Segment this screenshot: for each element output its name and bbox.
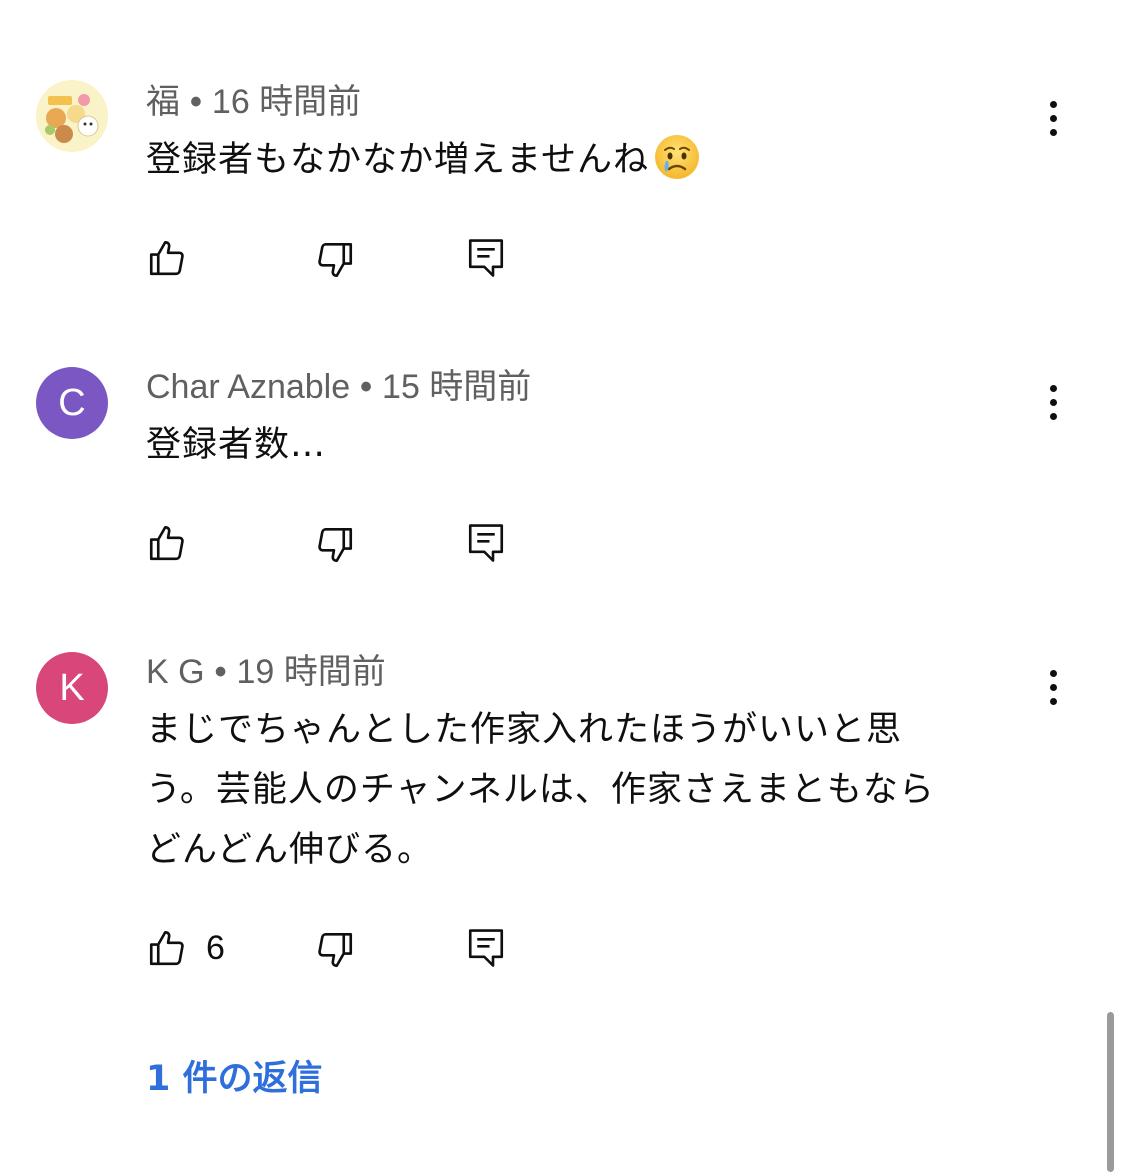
avatar-illustration: [36, 80, 108, 152]
reply-button[interactable]: [466, 522, 506, 564]
like-button[interactable]: [146, 522, 188, 564]
timestamp: 15 時間前: [382, 368, 532, 406]
avatar[interactable]: [36, 80, 108, 152]
thumbs-up-icon: [149, 525, 184, 561]
dislike-button[interactable]: [314, 929, 356, 971]
avatar[interactable]: C: [36, 367, 108, 439]
separator-dot: •: [360, 368, 373, 406]
comment-meta: Char Aznable • 15 時間前: [146, 367, 531, 407]
comment-text-line: どんどん伸びる。: [146, 830, 433, 870]
reply-icon: [468, 524, 504, 562]
comment-text: 登録者数…: [146, 415, 1026, 475]
dislike-button[interactable]: [314, 239, 356, 281]
comment-text-line: まじでちゃんとした作家入れたほうがいいと思: [146, 710, 903, 750]
more-vert-icon: [1049, 384, 1057, 392]
comment-text-content: 登録者数…: [146, 425, 327, 465]
more-options-button[interactable]: [1030, 659, 1076, 715]
author-name[interactable]: 福: [146, 83, 180, 121]
reply-button[interactable]: [466, 927, 506, 969]
comment-meta: K G • 19 時間前: [146, 652, 386, 692]
timestamp: 16 時間前: [211, 83, 362, 121]
author-name[interactable]: Char Aznable: [146, 368, 350, 406]
more-vert-icon: [1049, 669, 1057, 677]
comment-text-content: 登録者もなかなか増えませんね: [146, 140, 649, 180]
separator-dot: •: [190, 83, 202, 121]
more-options-button[interactable]: [1030, 90, 1076, 146]
view-replies-link[interactable]: 1 件の返信: [146, 1050, 323, 1101]
comment-text: 登録者もなかなか増えませんね: [146, 130, 1026, 190]
thumbs-down-icon: [318, 932, 353, 968]
scrollbar[interactable]: [1107, 1012, 1114, 1172]
like-button[interactable]: [146, 237, 188, 279]
like-count: 6: [206, 928, 225, 967]
reply-icon: [468, 239, 504, 277]
reply-button[interactable]: [466, 237, 506, 279]
crying-face-emoji: [654, 135, 699, 179]
avatar[interactable]: K: [36, 652, 108, 724]
separator-dot: •: [214, 653, 227, 691]
reply-icon: [468, 929, 504, 967]
timestamp: 19 時間前: [236, 653, 386, 691]
thumbs-down-icon: [318, 527, 353, 563]
comment-text: まじでちゃんとした作家入れたほうがいいと思 う。芸能人のチャンネルは、作家さえま…: [146, 700, 1026, 880]
thumbs-up-icon: [149, 930, 184, 966]
like-button[interactable]: 6: [146, 927, 225, 969]
more-options-button[interactable]: [1030, 374, 1076, 430]
thumbs-down-icon: [318, 242, 353, 278]
dislike-button[interactable]: [314, 524, 356, 566]
thumbs-up-icon: [149, 240, 184, 276]
more-vert-icon: [1049, 100, 1057, 108]
author-name[interactable]: K G: [146, 653, 205, 691]
comment-meta: 福 • 16 時間前: [146, 82, 361, 122]
comment-text-line: う。芸能人のチャンネルは、作家さえまともなら: [146, 770, 935, 810]
